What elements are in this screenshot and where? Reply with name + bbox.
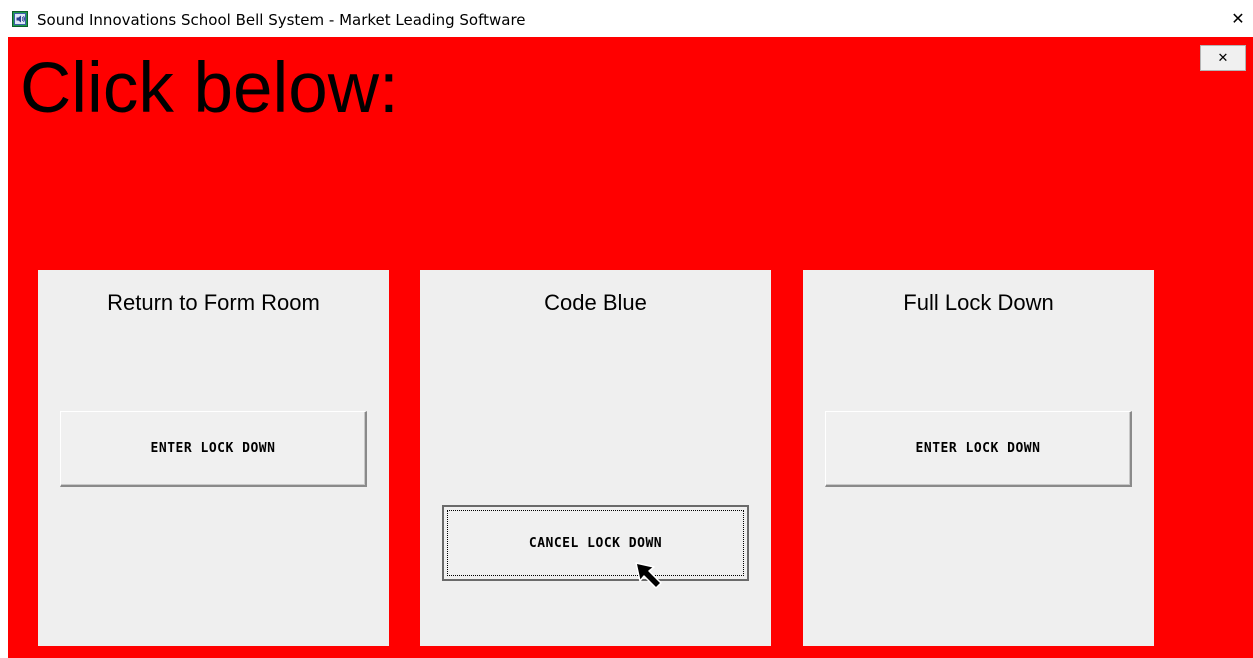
button-label: ENTER LOCK DOWN: [915, 441, 1041, 456]
screen-close-button[interactable]: ✕: [1200, 45, 1246, 71]
app-window: Sound Innovations School Bell System - M…: [0, 0, 1253, 658]
panel-code-blue: Code Blue CANCEL LOCK DOWN: [420, 270, 771, 646]
panel-title: Return to Form Room: [107, 290, 320, 315]
window-title: Sound Innovations School Bell System - M…: [37, 11, 526, 29]
enter-lock-down-button[interactable]: ENTER LOCK DOWN: [825, 411, 1132, 487]
window-close-button[interactable]: ✕: [1223, 0, 1253, 37]
close-icon: ✕: [1231, 9, 1245, 28]
close-icon: ✕: [1217, 50, 1229, 66]
panel-return-to-form-room: Return to Form Room ENTER LOCK DOWN: [38, 270, 389, 646]
enter-lock-down-button[interactable]: ENTER LOCK DOWN: [60, 411, 367, 487]
panel-title: Code Blue: [544, 290, 647, 315]
lockdown-screen: Click below: ✕ Return to Form Room ENTER…: [8, 37, 1253, 658]
button-label: CANCEL LOCK DOWN: [528, 535, 663, 551]
panel-title: Full Lock Down: [903, 290, 1054, 315]
app-speaker-icon: [12, 11, 28, 27]
panel-full-lock-down: Full Lock Down ENTER LOCK DOWN: [803, 270, 1154, 646]
page-heading: Click below:: [20, 49, 399, 128]
button-label: ENTER LOCK DOWN: [150, 441, 276, 456]
cancel-lock-down-button[interactable]: CANCEL LOCK DOWN: [442, 505, 749, 581]
title-bar: Sound Innovations School Bell System - M…: [8, 0, 1253, 37]
